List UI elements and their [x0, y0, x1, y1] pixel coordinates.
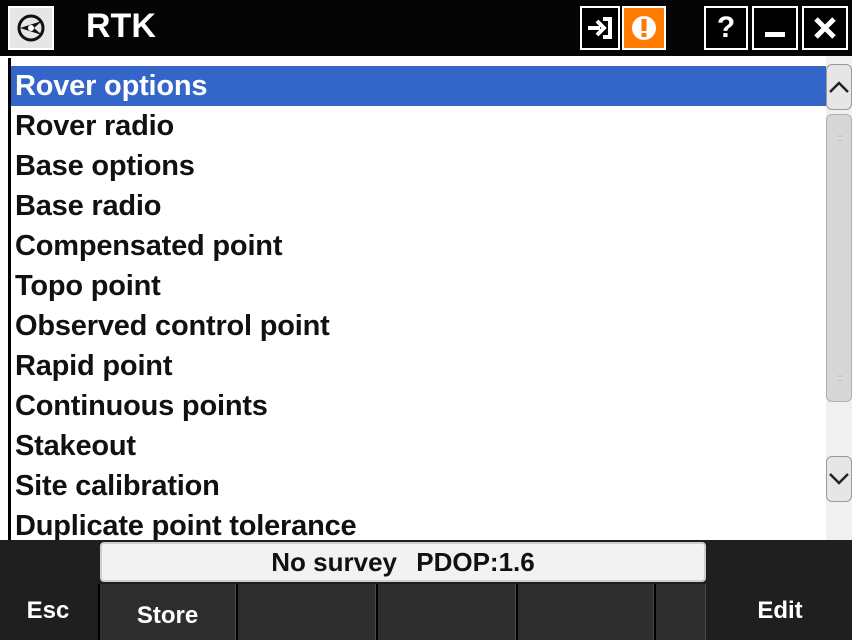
- close-icon[interactable]: [802, 6, 848, 50]
- list-item-observed-control-point[interactable]: Observed control point: [11, 306, 826, 346]
- list-item-rapid-point[interactable]: Rapid point: [11, 346, 826, 386]
- edit-button[interactable]: Edit: [708, 582, 852, 640]
- login-arrow-icon[interactable]: [580, 6, 620, 50]
- esc-button[interactable]: Esc: [0, 582, 96, 640]
- bottom-bar: No survey PDOP:1.6 Esc Store Edit: [0, 540, 852, 640]
- chevron-down-icon[interactable]: [826, 456, 852, 502]
- list-item-continuous-points[interactable]: Continuous points: [11, 386, 826, 426]
- help-button[interactable]: ?: [704, 6, 748, 50]
- softkey-5[interactable]: [654, 584, 706, 640]
- softkey-row: Store: [98, 584, 706, 640]
- softkey-2[interactable]: [236, 584, 376, 640]
- list-item-topo-point[interactable]: Topo point: [11, 266, 826, 306]
- list-item-rover-options[interactable]: Rover options: [11, 66, 826, 106]
- scrollbar-thumb[interactable]: :: ::: [826, 114, 852, 402]
- list-item-stakeout[interactable]: Stakeout: [11, 426, 826, 466]
- title-bar: RTK ?: [0, 0, 852, 56]
- list-item-compensated-point[interactable]: Compensated point: [11, 226, 826, 266]
- grip-icon: ::: [837, 133, 843, 144]
- grip-icon: ::: [837, 373, 843, 384]
- settings-list: Rover options Rover radio Base options B…: [11, 66, 826, 546]
- page-title: RTK: [86, 7, 156, 45]
- vertical-scrollbar[interactable]: :: ::: [826, 56, 852, 540]
- chevron-up-icon[interactable]: [826, 64, 852, 110]
- pdop-value: PDOP:1.6: [416, 547, 535, 577]
- settings-list-panel: Rover options Rover radio Base options B…: [0, 56, 852, 542]
- survey-status: No survey: [271, 547, 397, 577]
- help-label: ?: [716, 11, 736, 44]
- softkey-3[interactable]: [376, 584, 516, 640]
- status-bar[interactable]: No survey PDOP:1.6: [100, 542, 706, 582]
- exclamation-alert-icon[interactable]: [622, 6, 666, 50]
- store-button[interactable]: Store: [98, 584, 236, 640]
- minimize-icon[interactable]: [752, 6, 798, 50]
- list-item-rover-radio[interactable]: Rover radio: [11, 106, 826, 146]
- softkey-4[interactable]: [516, 584, 654, 640]
- satellite-app-icon[interactable]: [8, 6, 54, 50]
- list-item-site-calibration[interactable]: Site calibration: [11, 466, 826, 506]
- list-item-base-radio[interactable]: Base radio: [11, 186, 826, 226]
- list-item-base-options[interactable]: Base options: [11, 146, 826, 186]
